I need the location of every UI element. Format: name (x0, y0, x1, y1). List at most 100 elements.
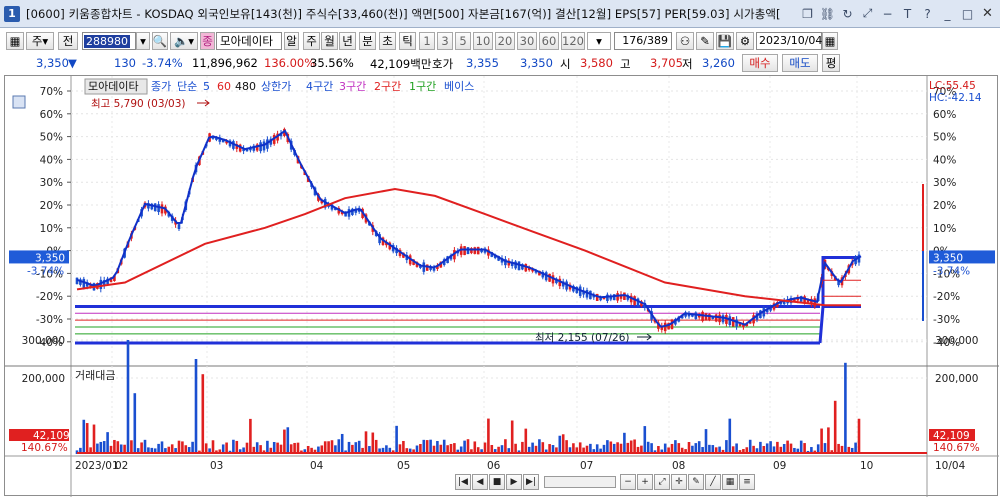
prev-icon[interactable]: ◀ (472, 474, 488, 490)
close-icon[interactable]: ✕ (979, 5, 996, 22)
num-5[interactable]: 5 (455, 32, 471, 50)
eval-button[interactable]: 평 (822, 54, 840, 72)
legend-simple: 단순 (177, 80, 197, 93)
x-axis-label: 04 (310, 460, 324, 472)
tab-year[interactable]: 년 (339, 32, 356, 50)
chart-settings-icon[interactable] (12, 95, 26, 109)
text-icon[interactable]: T (899, 5, 916, 22)
vol-y-tick-left: 300,000 (22, 335, 65, 347)
calendar-icon[interactable]: ▦ (822, 32, 838, 50)
name-button[interactable]: 종 (200, 32, 215, 50)
tools-icon[interactable]: ✎ (688, 474, 704, 490)
volume-bar (429, 439, 432, 454)
minus-icon[interactable]: − (879, 5, 896, 22)
num-60[interactable]: 60 (539, 32, 559, 50)
zoom-slider[interactable] (544, 476, 616, 488)
volume: 11,896,962 (192, 56, 258, 70)
minimize-icon[interactable]: _ (939, 5, 956, 22)
x-axis-label: 03 (210, 460, 223, 472)
hoga-value: 3,355 (466, 56, 499, 70)
legend-ma60: 60 (217, 80, 231, 93)
sell-button[interactable]: 매도 (782, 54, 818, 72)
legend-sec1: 1구간 (409, 80, 436, 93)
first-icon[interactable]: |◀ (455, 474, 471, 490)
market-type-select[interactable]: 주 ▾ (26, 32, 54, 50)
min-arrow-icon (637, 333, 652, 341)
candle (721, 315, 725, 323)
tab-minute[interactable]: 분 (359, 32, 376, 50)
pct-tag-right: -3.74% (933, 265, 970, 277)
table-icon[interactable]: ▦ (722, 474, 738, 490)
save-icon[interactable]: 💾 (716, 32, 734, 50)
zoom-in-icon[interactable]: + (637, 474, 653, 490)
play-icon[interactable]: ▶ (506, 474, 522, 490)
num-30[interactable]: 30 (517, 32, 537, 50)
zoom-out-icon[interactable]: − (620, 474, 636, 490)
high-label: 고 (620, 57, 631, 71)
volume-ratio: 136.00% (264, 56, 316, 70)
custom-period-input[interactable]: ▾ (587, 32, 611, 50)
volume-bar (633, 439, 636, 454)
change-value: 130 (114, 56, 136, 70)
alarm-button[interactable]: 알 (284, 32, 299, 50)
num-1[interactable]: 1 (419, 32, 435, 50)
num-120[interactable]: 120 (561, 32, 585, 50)
resize-icon[interactable]: ⤢ (859, 5, 876, 22)
sound-icon[interactable]: 🔈▾ (170, 32, 198, 50)
last-icon[interactable]: ▶| (523, 474, 539, 490)
candle (606, 294, 609, 302)
draw-icon[interactable]: ✎ (696, 32, 714, 50)
tab-tick[interactable]: 틱 (399, 32, 416, 50)
tab-week[interactable]: 주 (303, 32, 320, 50)
candle (466, 247, 470, 254)
stock-name-field[interactable]: 모아데이타 (216, 32, 282, 50)
volume-bar (504, 439, 507, 454)
vol-pct-left: 140.67% (21, 442, 68, 454)
restore-icon[interactable]: ❐ (799, 5, 816, 22)
date-field[interactable]: 2023/10/04 (756, 32, 822, 50)
volume-bar (857, 418, 861, 454)
y-tick-left: 20% (40, 200, 63, 212)
y-tick-left: -30% (36, 314, 63, 326)
candle (463, 246, 466, 256)
stop-icon[interactable]: ■ (489, 474, 505, 490)
period-count[interactable]: 176/389 (614, 32, 672, 50)
volume-bar (283, 429, 286, 454)
maximize-icon[interactable]: □ (959, 5, 976, 22)
line-icon[interactable]: ╱ (705, 474, 721, 490)
settings-icon[interactable]: ⚙ (736, 32, 754, 50)
tab-month[interactable]: 월 (321, 32, 338, 50)
volume-bar (704, 429, 708, 454)
price-tag-left-text: 3,350 (35, 252, 65, 264)
users-icon[interactable]: ⚇ (676, 32, 694, 50)
stock-code-input[interactable]: 288980 (82, 32, 136, 50)
hc-label: HC:-42.14 (929, 92, 982, 104)
num-3[interactable]: 3 (437, 32, 453, 50)
prev-button[interactable]: 전 (58, 32, 78, 50)
y-tick-right: 20% (933, 200, 956, 212)
volume-bar (92, 424, 96, 454)
candle (714, 314, 718, 322)
menu-icon[interactable]: ≡ (739, 474, 755, 490)
crosshair-icon[interactable]: ✛ (671, 474, 687, 490)
link-icon[interactable]: ⛓ (819, 5, 836, 22)
volume-bar (340, 433, 344, 454)
volume-bar (106, 432, 109, 454)
help-icon[interactable]: ? (919, 5, 936, 22)
refresh-icon[interactable]: ↻ (839, 5, 856, 22)
legend-upper: 상한가 (261, 80, 291, 93)
code-dropdown[interactable]: ▾ (136, 32, 150, 50)
num-10[interactable]: 10 (473, 32, 493, 50)
num-20[interactable]: 20 (495, 32, 515, 50)
grid-icon[interactable]: ▦ (6, 32, 24, 50)
buy-button[interactable]: 매수 (742, 54, 778, 72)
search-icon[interactable]: 🔍 (152, 32, 168, 50)
volume-bar (487, 418, 490, 454)
max-arrow-icon (197, 99, 210, 107)
fit-icon[interactable]: ⤢ (654, 474, 670, 490)
low-label: 저 (682, 57, 693, 71)
price-chart[interactable]: 70% 70%60% 60%50% 50%40% 40%30% 30%20% 20%10% 1… (5, 76, 999, 497)
volume-bar (442, 439, 446, 454)
tab-second[interactable]: 초 (379, 32, 396, 50)
chart-frame[interactable]: 70% 70% 60% 60% 50% 50% 40% 40% 30% 30% 20% 20% 10% 1… (4, 75, 999, 497)
